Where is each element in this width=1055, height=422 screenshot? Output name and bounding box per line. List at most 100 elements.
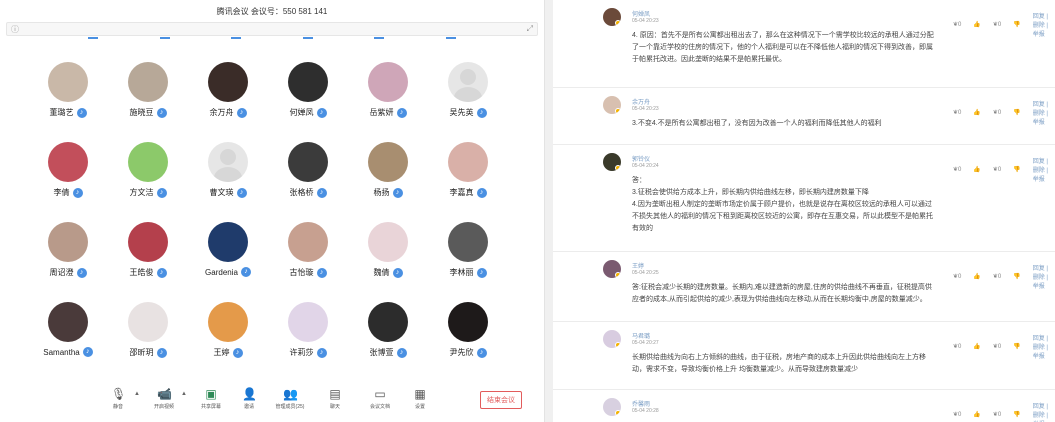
avatar bbox=[448, 222, 488, 262]
comment-author[interactable]: 何婵凤 bbox=[632, 9, 650, 18]
mic-status-icon: ♪ bbox=[396, 347, 407, 358]
downvote-button[interactable]: ❦0 bbox=[993, 343, 1001, 350]
microphone-icon: 🎙 bbox=[111, 387, 127, 401]
participant-name: 张格桥 bbox=[289, 188, 314, 197]
dislike-icon[interactable]: 👎 bbox=[1013, 166, 1020, 173]
comment-date: 05-04 20:25 bbox=[632, 270, 659, 276]
participant-tile[interactable]: 施晓豆 ♪ bbox=[108, 56, 188, 136]
comment-line: 动，需求不变，导致均衡价格上升 均衡数量减少。从而导致建房数量减少 bbox=[632, 366, 858, 373]
comment-author[interactable]: 郭铃仪 bbox=[632, 154, 650, 163]
upvote-count: 0 bbox=[958, 412, 962, 418]
downvote-button[interactable]: ❦0 bbox=[993, 411, 1001, 418]
participant-tile[interactable]: 方文洁 ♪ bbox=[108, 136, 188, 216]
upvote-button[interactable]: ❦0 bbox=[953, 273, 961, 280]
like-icon[interactable]: 👍 bbox=[973, 411, 980, 418]
scroll-indicator bbox=[159, 37, 170, 39]
participant-tile[interactable]: 张格桥 ♪ bbox=[268, 136, 348, 216]
comment-date: 05-04 20:27 bbox=[632, 340, 659, 346]
mute-button[interactable]: 🎙 静音 bbox=[98, 387, 138, 410]
mute-options-arrow[interactable]: ▲ bbox=[134, 391, 140, 397]
dislike-icon[interactable]: 👎 bbox=[1013, 273, 1020, 280]
comment-line: 3.不变4.不是所有公寓都出租了，没有因为改善一个人的福利而降低其他人的福利 bbox=[632, 120, 882, 127]
upvote-button[interactable]: ❦0 bbox=[953, 411, 961, 418]
upvote-button[interactable]: ❦0 bbox=[953, 166, 961, 173]
participant-tile[interactable]: 李林丽 ♪ bbox=[428, 216, 508, 296]
avatar[interactable] bbox=[603, 398, 621, 416]
settings-button[interactable]: ▦ 设置 bbox=[400, 387, 440, 410]
comment-author[interactable]: 王婷 bbox=[632, 261, 644, 270]
like-icon[interactable]: 👍 bbox=[973, 343, 980, 350]
participant-tile[interactable]: 张博萱 ♪ bbox=[348, 296, 428, 376]
dislike-icon[interactable]: 👎 bbox=[1013, 411, 1020, 418]
like-icon[interactable]: 👍 bbox=[973, 273, 980, 280]
participant-tile[interactable]: 王婷 ♪ bbox=[188, 296, 268, 376]
upvote-count: 0 bbox=[958, 167, 962, 173]
participant-tile[interactable]: 岳紫妍 ♪ bbox=[348, 56, 428, 136]
participant-tile[interactable]: 邵昕玥 ♪ bbox=[108, 296, 188, 376]
participant-tile[interactable]: 周诏澄 ♪ bbox=[28, 216, 108, 296]
comment-author[interactable]: 余万舟 bbox=[632, 97, 650, 106]
participant-tile[interactable]: 魏倩 ♪ bbox=[348, 216, 428, 296]
participant-tile[interactable]: 古怡璇 ♪ bbox=[268, 216, 348, 296]
downvote-button[interactable]: ❦0 bbox=[993, 166, 1001, 173]
avatar[interactable] bbox=[603, 153, 621, 171]
meeting-control-bar: 🎙 静音 ▲ 📹 开启视频 ▲ ▣ 共享屏幕 👤 邀请 👥 管理成员(25) ▤… bbox=[0, 385, 545, 422]
downvote-button[interactable]: ❦0 bbox=[993, 21, 1001, 28]
participant-tile[interactable]: 许莉莎 ♪ bbox=[268, 296, 348, 376]
invite-button[interactable]: 👤 邀请 bbox=[229, 387, 269, 410]
comment-date: 05-04 20:23 bbox=[632, 106, 659, 112]
dislike-icon[interactable]: 👎 bbox=[1013, 109, 1020, 116]
participant-tile[interactable]: 董璐艺 ♪ bbox=[28, 56, 108, 136]
dislike-icon[interactable]: 👎 bbox=[1013, 343, 1020, 350]
comment-text: 长期供给曲线为向右上方倾斜的曲线，由于征税，房地产商的成本上升因此供给曲线向左上… bbox=[632, 352, 1052, 376]
participant-tile[interactable]: 吴先英 ♪ bbox=[428, 56, 508, 136]
participant-tile[interactable]: Samantha ♪ bbox=[28, 296, 108, 376]
upvote-button[interactable]: ❦0 bbox=[953, 109, 961, 116]
participant-name-row: 董璐艺 ♪ bbox=[50, 107, 87, 118]
video-options-arrow[interactable]: ▲ bbox=[181, 391, 187, 397]
end-meeting-button[interactable]: 结束会议 bbox=[480, 391, 522, 409]
upvote-button[interactable]: ❦0 bbox=[953, 21, 961, 28]
like-icon[interactable]: 👍 bbox=[973, 166, 980, 173]
downvote-count: 0 bbox=[997, 167, 1002, 173]
participant-tile[interactable]: Gardenia ♪ bbox=[188, 216, 268, 296]
participant-tile[interactable]: 曹文瑛 ♪ bbox=[188, 136, 268, 216]
like-icon[interactable]: 👍 bbox=[973, 109, 980, 116]
scroll-indicator bbox=[302, 37, 313, 39]
participant-tile[interactable]: 李嘉真 ♪ bbox=[428, 136, 508, 216]
comment-item: 马君璐 05-04 20:27 ❦0 👍 ❦0 👎 回复 | 删除 | 举报 长期供给曲线为向… bbox=[553, 322, 1055, 390]
participant-tile[interactable]: 王皓俊 ♪ bbox=[108, 216, 188, 296]
meeting-document-button[interactable]: ▭ 会议文档 bbox=[360, 387, 400, 410]
comment-line: 答:征税会减少长期的建房数量。长期内,难以建造新的房屋,住房的供给曲线不再垂直，… bbox=[632, 284, 932, 291]
reply-delete-report-links[interactable]: 回复 | 删除 | 举报 bbox=[1033, 401, 1055, 422]
participant-tile[interactable]: 尹先欣 ♪ bbox=[428, 296, 508, 376]
downvote-button[interactable]: ❦0 bbox=[993, 109, 1001, 116]
avatar[interactable] bbox=[603, 330, 621, 348]
participant-tile[interactable]: 杨扬 ♪ bbox=[348, 136, 428, 216]
fullscreen-icon[interactable]: ⤢ bbox=[527, 24, 533, 34]
info-icon[interactable]: ⓘ bbox=[11, 24, 19, 35]
chat-button[interactable]: ▤ 聊天 bbox=[315, 387, 355, 410]
badge-dot bbox=[615, 272, 621, 278]
share-screen-button[interactable]: ▣ 共享屏幕 bbox=[191, 387, 231, 410]
mic-status-icon: ♪ bbox=[392, 187, 403, 198]
participant-name: 王婷 bbox=[213, 348, 230, 357]
downvote-button[interactable]: ❦0 bbox=[993, 273, 1001, 280]
dislike-icon[interactable]: 👎 bbox=[1013, 21, 1020, 28]
avatar bbox=[448, 62, 488, 102]
chat-icon: ▤ bbox=[329, 387, 341, 401]
comment-author[interactable]: 乔馨雨 bbox=[632, 399, 650, 408]
avatar[interactable] bbox=[603, 260, 621, 278]
manage-members-button[interactable]: 👥 管理成员(25) bbox=[270, 387, 310, 410]
avatar[interactable] bbox=[603, 96, 621, 114]
participant-tile[interactable]: 何婵凤 ♪ bbox=[268, 56, 348, 136]
participant-tile[interactable]: 李倩 ♪ bbox=[28, 136, 108, 216]
video-button[interactable]: 📹 开启视频 bbox=[144, 387, 184, 410]
avatar[interactable] bbox=[603, 8, 621, 26]
comment-author[interactable]: 马君璐 bbox=[632, 331, 650, 340]
scroll-indicator bbox=[374, 37, 385, 39]
participant-tile[interactable]: 余万舟 ♪ bbox=[188, 56, 268, 136]
settings-icon: ▦ bbox=[414, 387, 426, 401]
upvote-button[interactable]: ❦0 bbox=[953, 343, 961, 350]
like-icon[interactable]: 👍 bbox=[973, 21, 980, 28]
